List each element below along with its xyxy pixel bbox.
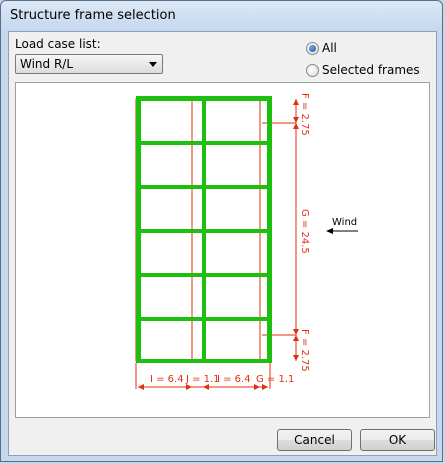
dialog-client-area: Load case list: Wind R/L All Selected fr… [8,31,437,456]
bottom-dimension-labels: I = 6.4 J = 1.1 I = 6.4 G = 1.1 [150,374,294,385]
load-case-value: Wind R/L [20,57,74,71]
radio-selected-frames[interactable] [306,64,319,77]
dim-left-i: I = 6.4 [150,374,184,385]
dim-bottom-f: F = 2.75 [299,329,310,372]
chevron-down-icon [149,62,157,67]
load-case-dropdown[interactable]: Wind R/L [15,54,163,74]
right-dimension-labels: F = 2.75 G = 24.5 F = 2.75 [299,93,310,372]
dim-top-f: F = 2.75 [299,93,310,136]
window-title: Structure frame selection [10,8,176,23]
dim-middle-g: G = 24.5 [299,209,310,254]
title-bar: Structure frame selection [1,1,442,31]
radio-all-label[interactable]: All [322,41,337,55]
structure-frame [136,96,272,363]
radio-all[interactable] [306,42,319,55]
dim-right-i: I = 6.4 [217,374,251,385]
cancel-button[interactable]: Cancel [277,429,352,451]
wind-indicator: Wind [326,217,358,234]
frame-diagram-canvas[interactable]: F = 2.75 G = 24.5 F = 2.75 I = 6.4 J = 1… [15,82,430,418]
dim-g: G = 1.1 [256,374,294,385]
wind-label: Wind [332,217,357,228]
ok-button[interactable]: OK [360,429,435,451]
arrow-left-icon [326,228,333,234]
radio-selected-frames-label[interactable]: Selected frames [322,63,420,77]
frame-diagram[interactable]: F = 2.75 G = 24.5 F = 2.75 I = 6.4 J = 1… [16,83,429,417]
dim-j: J = 1.1 [185,374,220,385]
load-case-label: Load case list: [15,37,101,51]
radio-selected-dot [309,45,316,52]
dialog-window: Structure frame selection Load case list… [0,0,443,462]
